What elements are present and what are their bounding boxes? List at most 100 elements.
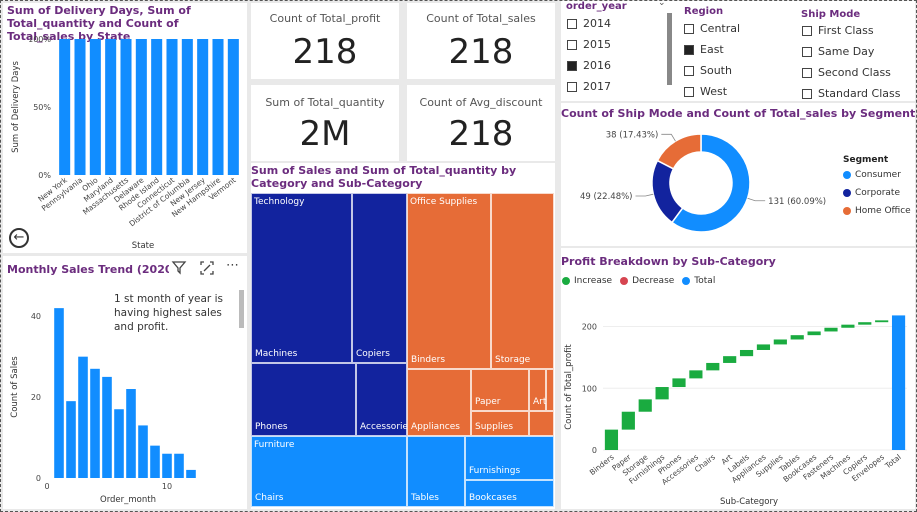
kpi-label: Sum of Total_quantity: [265, 96, 385, 109]
treemap-tile-label: Supplies: [475, 422, 514, 432]
checkbox[interactable]: [567, 18, 577, 29]
donut-legend-item[interactable]: Corporate: [843, 188, 900, 198]
checkbox[interactable]: [802, 88, 812, 99]
checkbox[interactable]: [567, 60, 577, 71]
x-tick-label: 10: [162, 482, 172, 491]
checkbox[interactable]: [802, 67, 812, 78]
increase-bar[interactable]: [790, 335, 804, 340]
treemap-tile[interactable]: Bookcases: [465, 480, 554, 507]
increase-bar[interactable]: [807, 331, 821, 336]
treemap-tile[interactable]: Furnishings: [465, 436, 554, 480]
slicer-option-second-class[interactable]: Second Class: [802, 66, 891, 79]
checkbox[interactable]: [684, 44, 694, 55]
increase-bar[interactable]: [638, 399, 652, 412]
increase-bar[interactable]: [875, 320, 889, 323]
increase-bar[interactable]: [739, 349, 754, 357]
month-bar[interactable]: [186, 469, 196, 478]
increase-bar[interactable]: [604, 429, 619, 450]
treemap-tile[interactable]: Binders: [407, 193, 491, 369]
treemap-tile[interactable]: Copiers: [352, 193, 407, 363]
treemap-tile[interactable]: Art: [529, 369, 546, 411]
checkbox[interactable]: [567, 39, 577, 50]
month-bar[interactable]: [174, 453, 184, 478]
checkbox[interactable]: [684, 86, 694, 97]
chevron-down-icon[interactable]: ⌄: [658, 1, 666, 8]
state-bar[interactable]: [151, 39, 163, 175]
treemap-tile[interactable]: Paper: [471, 369, 529, 411]
checkbox[interactable]: [802, 25, 812, 36]
month-bar[interactable]: [90, 368, 100, 478]
month-bar[interactable]: [78, 356, 88, 478]
treemap-tile[interactable]: Appliances: [407, 369, 471, 436]
slicer-option-east[interactable]: East: [684, 43, 724, 56]
month-bar[interactable]: [162, 453, 172, 478]
checkbox[interactable]: [567, 81, 577, 92]
increase-bar[interactable]: [672, 378, 686, 388]
donut-slice[interactable]: [651, 159, 684, 224]
month-bar[interactable]: [102, 376, 112, 478]
month-bar[interactable]: [114, 409, 124, 478]
checkbox[interactable]: [684, 23, 694, 34]
kpi-label: Count of Total_sales: [426, 12, 536, 25]
y-tick-label: 100%: [28, 35, 51, 44]
increase-bar[interactable]: [824, 327, 838, 332]
treemap-tile[interactable]: Tables: [407, 436, 465, 507]
treemap-tile[interactable]: Accessories: [356, 363, 413, 436]
back-arrow-icon[interactable]: ←: [9, 228, 29, 248]
month-bar[interactable]: [138, 425, 148, 478]
increase-bar[interactable]: [706, 362, 720, 371]
month-bar[interactable]: [126, 389, 136, 478]
increase-bar[interactable]: [689, 370, 703, 379]
treemap-tile[interactable]: [546, 369, 554, 411]
treemap-tile[interactable]: [529, 411, 554, 436]
donut-slice[interactable]: [656, 133, 702, 170]
slicer-option-central[interactable]: Central: [684, 22, 740, 35]
state-bar[interactable]: [197, 39, 209, 175]
state-bar[interactable]: [135, 39, 147, 175]
increase-bar[interactable]: [773, 339, 787, 345]
month-bar[interactable]: [150, 445, 160, 478]
checkbox[interactable]: [802, 46, 812, 57]
increase-bar[interactable]: [858, 322, 872, 325]
slicer-option-2017[interactable]: 2017: [567, 80, 611, 93]
treemap-tile-label: Storage: [495, 355, 531, 365]
increase-bar[interactable]: [723, 356, 737, 363]
slicer-option-2016[interactable]: 2016: [567, 59, 611, 72]
state-bar[interactable]: [105, 39, 117, 175]
donut-legend-item[interactable]: Consumer: [843, 170, 901, 180]
state-bar[interactable]: [227, 39, 239, 175]
increase-bar[interactable]: [655, 387, 669, 400]
report-canvas: Sum of Delivery Days, Sum of Total_quant…: [0, 0, 917, 512]
checkbox[interactable]: [684, 65, 694, 76]
increase-bar[interactable]: [621, 411, 635, 430]
treemap-tile[interactable]: Phones: [251, 363, 356, 436]
slicer-option-west[interactable]: West: [684, 85, 727, 98]
legend-dot: [843, 207, 851, 215]
slicer-option-standard-class[interactable]: Standard Class: [802, 87, 900, 100]
state-bar[interactable]: [166, 39, 178, 175]
treemap-tile[interactable]: Machines: [251, 193, 352, 363]
kpi-label: Count of Avg_discount: [419, 96, 543, 109]
slicer-option-first-class[interactable]: First Class: [802, 24, 874, 37]
legend-label: Home Office: [855, 206, 911, 216]
increase-bar[interactable]: [756, 344, 771, 350]
slicer-option-south[interactable]: South: [684, 64, 732, 77]
donut-legend-item[interactable]: Home Office: [843, 206, 911, 216]
slicer-option-same-day[interactable]: Same Day: [802, 45, 874, 58]
slicer-option-2014[interactable]: 2014: [567, 17, 611, 30]
month-bar[interactable]: [54, 308, 64, 478]
kpi-card-avg-discount: Count of Avg_discount 218: [407, 85, 555, 161]
state-bar[interactable]: [89, 39, 101, 175]
state-bar[interactable]: [59, 39, 71, 175]
state-bar[interactable]: [74, 39, 86, 175]
state-bar[interactable]: [212, 39, 224, 175]
state-bar[interactable]: [181, 39, 193, 175]
total-bar[interactable]: [891, 315, 906, 450]
treemap-tile[interactable]: Storage: [491, 193, 554, 369]
slicer-option-2015[interactable]: 2015: [567, 38, 611, 51]
month-bar[interactable]: [66, 401, 76, 478]
treemap-tile[interactable]: Supplies: [471, 411, 529, 436]
slicer-scrollbar[interactable]: [667, 13, 672, 85]
state-bar[interactable]: [120, 39, 132, 175]
increase-bar[interactable]: [841, 324, 855, 328]
